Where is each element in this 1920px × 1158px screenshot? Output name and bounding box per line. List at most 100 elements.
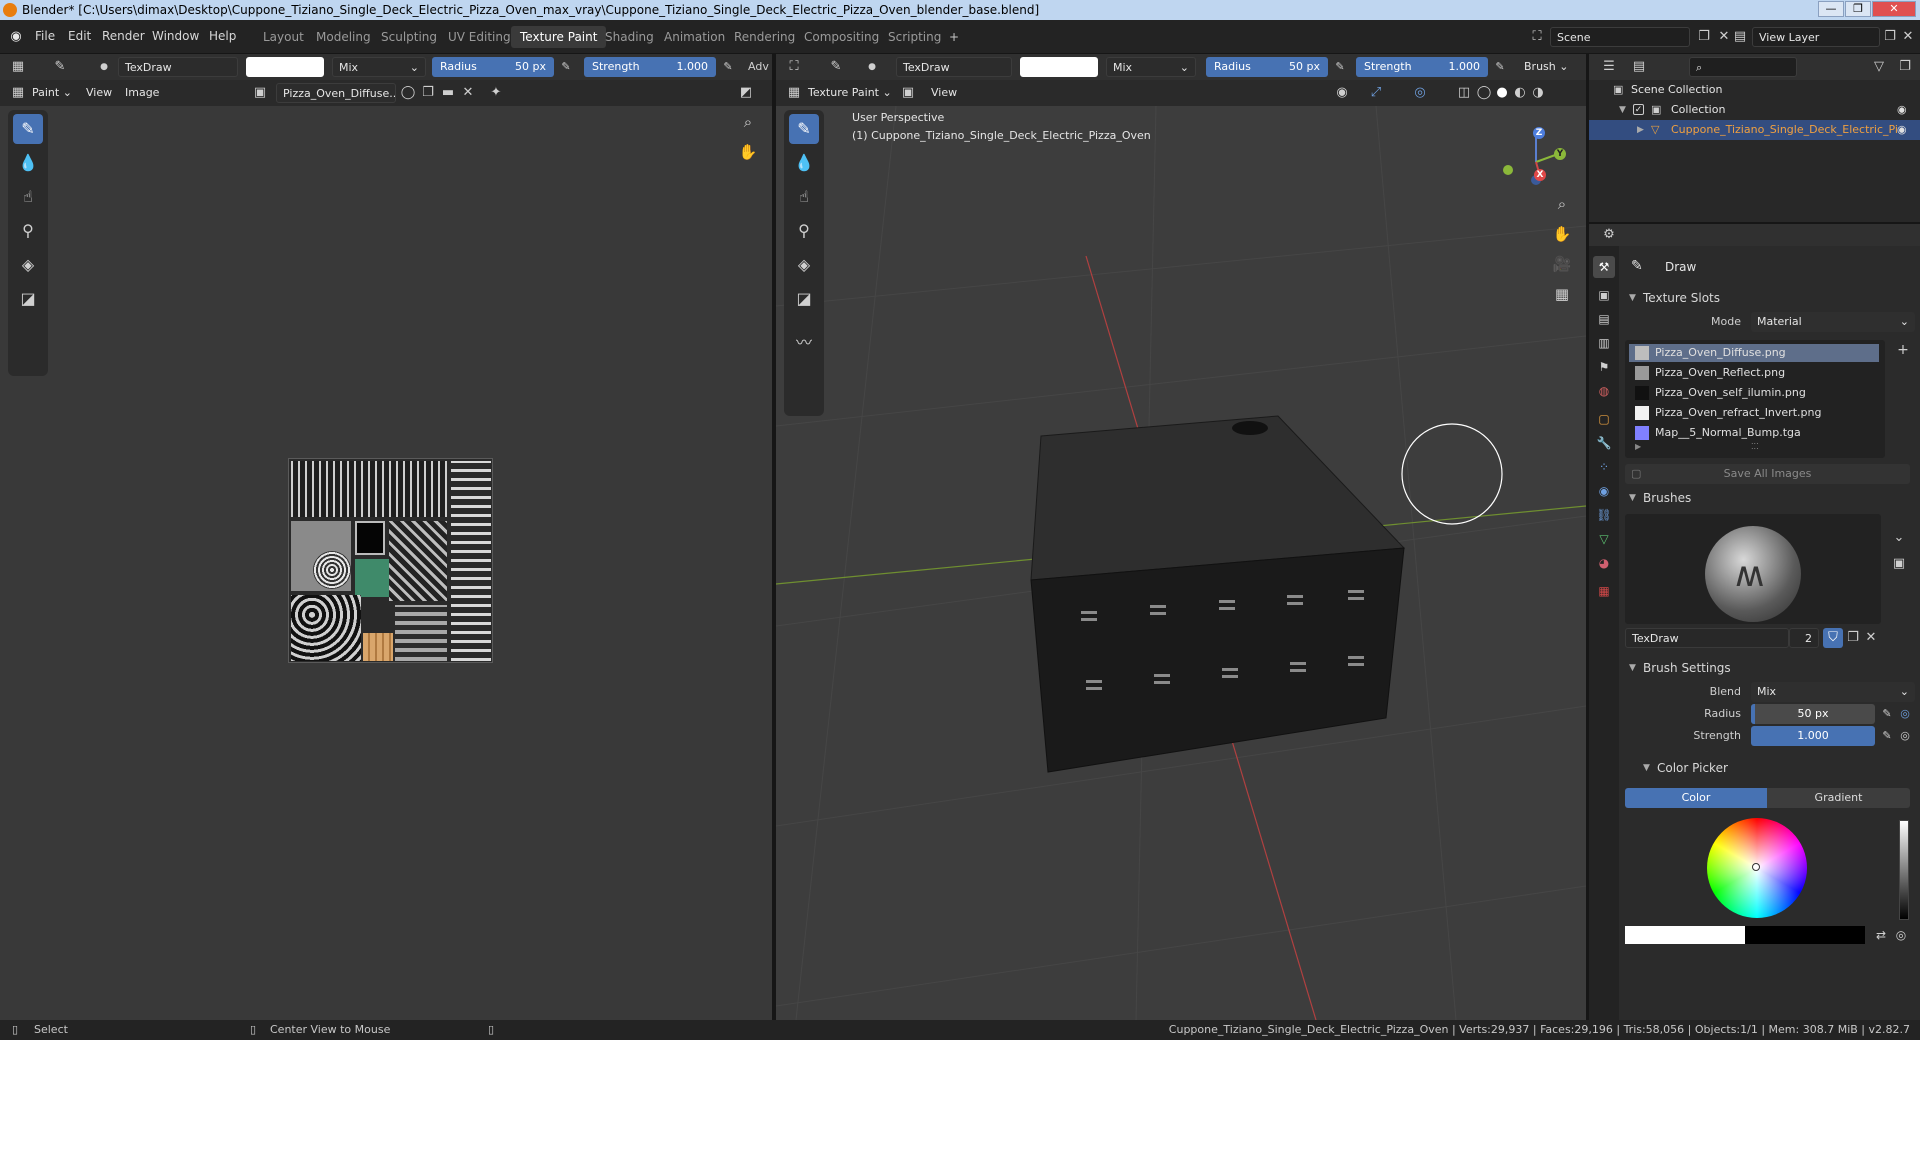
workspace-tab-modeling[interactable]: Modeling [307, 26, 380, 48]
outliner[interactable]: ☰ ▤ ⌕ ▽ ❐ ▣ Scene Collection ▼ ✓ ▣ Colle… [1589, 54, 1920, 222]
scene-tab-icon[interactable]: ⚑ [1593, 356, 1615, 378]
modifier-tab-icon[interactable]: 🔧 [1593, 432, 1615, 454]
brush-preview[interactable]: ʍ [1625, 514, 1881, 624]
close-button[interactable]: ✕ [1872, 1, 1916, 17]
strength-field[interactable]: 1.000 [1751, 726, 1875, 746]
delete-view-layer-icon[interactable]: ✕ [1898, 27, 1918, 47]
image-menu[interactable]: Image [125, 83, 159, 103]
list-resize-handle[interactable]: ⁚⁚⁚ [1751, 442, 1759, 451]
open-image-icon[interactable]: ▬ [438, 83, 458, 103]
color-wheel[interactable] [1707, 818, 1807, 918]
menu-file[interactable]: File [28, 26, 62, 46]
texture-paint-mode-dropdown[interactable]: Texture Paint ⌄ [808, 83, 892, 103]
image-name-field[interactable]: Pizza_Oven_Diffuse... [276, 83, 396, 103]
value-slider[interactable] [1899, 820, 1909, 920]
viewport-radius-slider[interactable]: Radius 50 px [1206, 57, 1328, 77]
paint-mode-dropdown[interactable]: Paint ⌄ [32, 83, 72, 103]
rendered-shading-icon[interactable]: ◑ [1528, 83, 1548, 103]
workspace-tab-texture-paint[interactable]: Texture Paint [511, 26, 607, 48]
mode-dropdown[interactable]: Material ⌄ [1751, 312, 1915, 332]
object-expand-icon[interactable]: ▶ [1637, 120, 1644, 140]
pan-hand-icon[interactable]: ✋ [738, 142, 758, 162]
menu-render[interactable]: Render [95, 26, 152, 46]
viewport-blend-dropdown[interactable]: Mix ⌄ [1106, 57, 1196, 77]
scene-selector[interactable]: Scene [1550, 27, 1690, 47]
texture-tab-icon[interactable]: ▦ [1593, 580, 1615, 602]
viewport-soften-tool-icon[interactable]: 💧 [789, 148, 819, 178]
texture-slot[interactable]: Pizza_Oven_refract_Invert.png [1629, 404, 1879, 422]
maximize-button[interactable]: ❐ [1845, 1, 1871, 17]
viewport-view-menu[interactable]: View [931, 83, 957, 103]
viewport-editor-type-icon[interactable]: ⛶ [784, 57, 804, 77]
output-tab-icon[interactable]: ▤ [1593, 308, 1615, 330]
menu-window[interactable]: Window [145, 26, 206, 46]
strength-pressure-icon[interactable]: ✎ [718, 57, 738, 77]
unified-color-icon[interactable]: ◎ [1891, 925, 1911, 945]
ortho-grid-icon[interactable]: ▦ [1552, 284, 1572, 304]
constraints-tab-icon[interactable]: ⛓ [1593, 504, 1615, 526]
new-collection-icon[interactable]: ❐ [1895, 57, 1915, 77]
viewport-pan-hand-icon[interactable]: ✋ [1552, 224, 1572, 244]
radius-slider[interactable]: Radius 50 px [432, 57, 554, 77]
data-tab-icon[interactable]: ▽ [1593, 528, 1615, 550]
advanced-menu[interactable]: Adv [748, 57, 769, 77]
viewport-brush-tool-icon[interactable]: ✎ [826, 57, 846, 77]
viewport-clone-tool-icon[interactable]: ⚲ [789, 216, 819, 246]
gradient-tab[interactable]: Gradient [1767, 788, 1910, 808]
unlink-brush-icon[interactable]: ✕ [1861, 628, 1881, 648]
color-wheel-cursor[interactable] [1752, 863, 1760, 871]
viewport-brush-name-field[interactable]: TexDraw [896, 57, 1012, 77]
blender-menu-icon[interactable]: ◉ [6, 27, 26, 47]
display-channels-icon[interactable]: ◩ [736, 83, 756, 103]
workspace-tab-uv-editing[interactable]: UV Editing [439, 26, 520, 48]
properties-editor[interactable]: ⚙ ⚒ ▣ ▤ ▥ ⚑ ◍ ▢ 🔧 ⁘ ◉ ⛓ ▽ ◕ ▦ ✎ Draw ▼ T… [1589, 224, 1920, 1020]
duplicate-brush-icon[interactable]: ❐ [1843, 628, 1863, 648]
overlays-icon[interactable]: ◎ [1410, 83, 1430, 103]
new-image-icon[interactable]: ❐ [418, 83, 438, 103]
workspace-tab-rendering[interactable]: Rendering [725, 26, 804, 48]
clone-tool-icon[interactable]: ⚲ [13, 216, 43, 246]
add-workspace-button[interactable]: + [940, 26, 968, 48]
view-layer-tab-icon[interactable]: ▥ [1593, 332, 1615, 354]
outliner-display-mode-icon[interactable]: ▤ [1629, 57, 1649, 77]
viewport-zoom-icon[interactable]: ⌕ [1552, 194, 1572, 214]
properties-editor-type-icon[interactable]: ⚙ [1599, 225, 1619, 245]
texture-slot[interactable]: Pizza_Oven_Diffuse.png [1629, 344, 1879, 362]
brush-settings-panel-header[interactable]: ▼ Brush Settings [1621, 658, 1920, 678]
paint-mask-icon[interactable]: ▣ [898, 83, 918, 103]
view-layer-selector[interactable]: View Layer [1752, 27, 1880, 47]
pin-icon[interactable]: ✦ [486, 83, 506, 103]
add-slot-icon[interactable]: + [1893, 340, 1913, 360]
object-tab-icon[interactable]: ▢ [1593, 408, 1615, 430]
color-tab[interactable]: Color [1625, 788, 1767, 808]
list-expand-icon[interactable]: ▶ [1635, 442, 1641, 451]
new-view-layer-icon[interactable]: ❐ [1880, 27, 1900, 47]
filter-icon[interactable]: ▽ [1869, 57, 1889, 77]
outliner-row-scene-collection[interactable]: ▣ Scene Collection [1589, 80, 1920, 100]
camera-view-icon[interactable]: 🎥 [1552, 254, 1572, 274]
3d-viewport[interactable]: ⛶ ✎ ● TexDraw Mix ⌄ Radius 50 px ✎ Strengt… [776, 54, 1586, 1020]
menu-help[interactable]: Help [202, 26, 243, 46]
blend-dropdown[interactable]: Mix ⌄ [1751, 682, 1915, 702]
annotate-tool-icon[interactable]: 〰 [789, 328, 819, 358]
radius-pressure-icon[interactable]: ✎ [1877, 704, 1897, 724]
outliner-editor-type-icon[interactable]: ☰ [1599, 57, 1619, 77]
editor-type-icon[interactable]: ▦ [8, 57, 28, 77]
checkbox-icon[interactable]: ✓ [1633, 104, 1644, 115]
tool-tab-icon[interactable]: ⚒ [1593, 256, 1615, 278]
gizmo-z-axis[interactable]: Z [1533, 127, 1545, 139]
smear-tool-icon[interactable]: ☝ [13, 182, 43, 212]
gizmo-x-axis[interactable]: X [1534, 169, 1546, 181]
brush-tool-icon[interactable]: ✎ [50, 57, 70, 77]
workspace-tab-layout[interactable]: Layout [254, 26, 313, 48]
texture-slot[interactable]: Pizza_Oven_Reflect.png [1629, 364, 1879, 382]
draw-tool-icon[interactable]: ✎ [13, 114, 43, 144]
viewport-brush-color-swatch[interactable] [1020, 57, 1098, 77]
unlink-image-icon[interactable]: ✕ [458, 83, 478, 103]
texture-slot-list[interactable]: Pizza_Oven_Diffuse.png Pizza_Oven_Reflec… [1625, 340, 1885, 458]
texture-image[interactable] [288, 458, 493, 663]
workspace-tab-sculpting[interactable]: Sculpting [372, 26, 446, 48]
image-editor[interactable]: ▦ ✎ ● TexDraw Mix ⌄ Radius 50 px ✎ Strengt… [0, 54, 773, 1020]
color-picker-panel-header[interactable]: ▼ Color Picker [1635, 758, 1920, 778]
wireframe-shading-icon[interactable]: ◯ [1474, 83, 1494, 103]
